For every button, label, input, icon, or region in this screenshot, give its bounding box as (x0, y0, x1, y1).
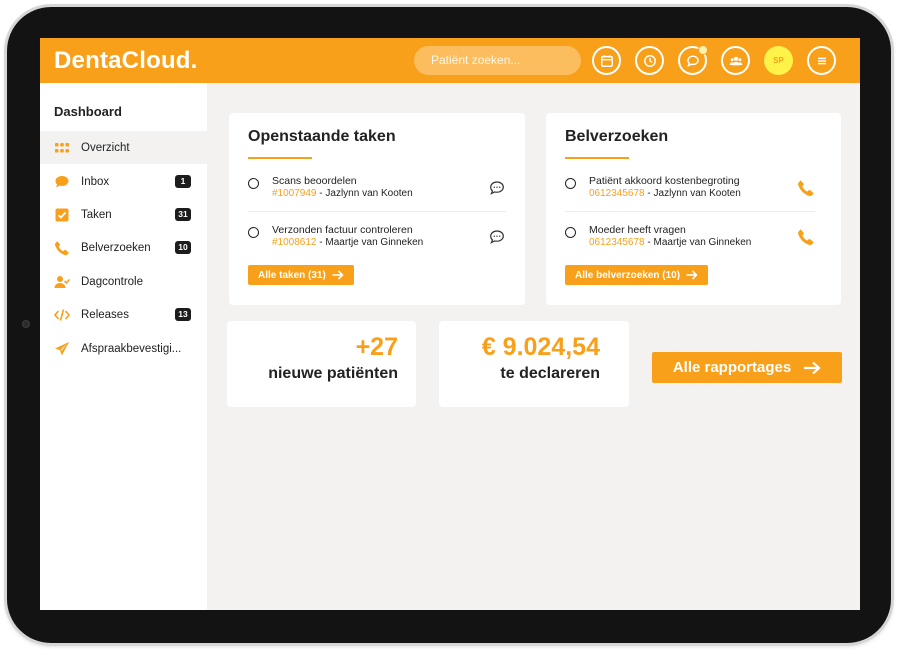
comment-icon[interactable] (488, 179, 506, 197)
call-requests-title: Belverzoeken (565, 128, 669, 145)
all-tasks-label: Alle taken (31) (258, 269, 326, 281)
all-tasks-button[interactable]: Alle taken (31) (248, 265, 354, 285)
sidebar-item-label: Dagcontrole (81, 275, 144, 288)
sidebar-item-label: Overzicht (81, 141, 130, 154)
phone-icon (54, 240, 70, 256)
team-icon (729, 56, 742, 65)
phone-number[interactable]: 0612345678 (589, 237, 645, 248)
app-screen: DentaCloud. Patiënt zoeken... SP Dashboa… (40, 38, 860, 610)
new-patients-stat: +27 nieuwe patiënten (227, 321, 416, 407)
taken-count-badge: 31 (175, 208, 191, 221)
all-reports-label: Alle rapportages (672, 359, 792, 376)
sidebar-item-overzicht[interactable]: Overzicht (40, 131, 207, 164)
call-row[interactable]: Moeder heeft vragen 0612345678 - Maartje… (565, 224, 815, 254)
to-declare-value: € 9.024,54 (481, 333, 600, 361)
open-tasks-card: Openstaande taken Scans beoordelen #1007… (229, 113, 525, 305)
top-bar: DentaCloud. Patiënt zoeken... SP (40, 38, 860, 83)
phone-icon[interactable] (797, 179, 815, 197)
sidebar-item-taken[interactable]: Taken 31 (40, 198, 207, 231)
camera-dot (22, 320, 30, 328)
code-icon (54, 307, 70, 323)
calendar-icon (600, 54, 613, 67)
checkbox-icon (54, 207, 70, 223)
call-person: - Maartje van Ginneken (644, 237, 752, 248)
sidebar-item-label: Belverzoeken (81, 241, 151, 254)
sidebar-item-belverzoeken[interactable]: Belverzoeken 10 (40, 231, 207, 264)
task-row[interactable]: Verzonden factuur controleren #1008612 -… (248, 224, 506, 254)
sidebar-item-label: Releases (81, 308, 129, 321)
messages-button[interactable] (678, 45, 708, 75)
phone-icon[interactable] (797, 228, 815, 246)
arrow-right-icon (332, 270, 344, 280)
task-subtitle: #1008612 - Maartje van Ginneken (272, 237, 423, 248)
task-checkbox[interactable] (248, 178, 259, 189)
releases-count-badge: 13 (175, 308, 191, 321)
sidebar-item-label: Taken (81, 208, 112, 221)
all-reports-button[interactable]: Alle rapportages (652, 352, 842, 383)
call-title: Patiënt akkoord kostenbegroting (589, 175, 740, 187)
history-button[interactable] (635, 46, 664, 75)
comment-icon[interactable] (488, 228, 506, 246)
task-reference[interactable]: #1008612 (272, 237, 317, 248)
task-title: Scans beoordelen (272, 175, 357, 187)
calendar-button[interactable] (592, 46, 621, 75)
chat-icon (686, 54, 699, 67)
all-call-requests-button[interactable]: Alle belverzoeken (10) (565, 265, 709, 285)
arrow-right-icon (804, 361, 821, 374)
call-person: - Jazlynn van Kooten (644, 188, 741, 199)
sidebar-item-label: Afspraakbevestigi... (81, 342, 182, 355)
notification-dot (698, 45, 708, 55)
patient-search-input[interactable]: Patiënt zoeken... (414, 46, 581, 75)
title-underline (565, 157, 629, 159)
call-subtitle: 0612345678 - Maartje van Ginneken (589, 237, 751, 248)
app-logo[interactable]: DentaCloud. (54, 47, 198, 75)
team-button[interactable] (721, 46, 750, 75)
clock-icon (643, 54, 656, 67)
chat-bubble-icon (54, 174, 70, 190)
call-checkbox[interactable] (565, 227, 576, 238)
all-call-requests-label: Alle belverzoeken (10) (575, 269, 681, 281)
phone-number[interactable]: 0612345678 (589, 188, 645, 199)
sidebar-item-releases[interactable]: Releases 13 (40, 298, 207, 331)
new-patients-label: nieuwe patiënten (268, 365, 398, 382)
task-subtitle: #1007949 - Jazlynn van Kooten (272, 188, 413, 199)
task-row[interactable]: Scans beoordelen #1007949 - Jazlynn van … (248, 175, 506, 205)
to-declare-stat: € 9.024,54 te declareren (439, 321, 629, 407)
call-row[interactable]: Patiënt akkoord kostenbegroting 06123456… (565, 175, 815, 205)
sidebar-item-dagcontrole[interactable]: Dagcontrole (40, 265, 207, 298)
row-divider (248, 211, 506, 212)
task-reference[interactable]: #1007949 (272, 188, 317, 199)
paper-plane-icon (54, 341, 70, 357)
user-check-icon (54, 274, 70, 290)
call-requests-card: Belverzoeken Patiënt akkoord kostenbegro… (546, 113, 841, 305)
new-patients-value: +27 (355, 333, 398, 361)
task-title: Verzonden factuur controleren (272, 224, 413, 236)
sidebar-title: Dashboard (54, 104, 122, 119)
row-divider (565, 211, 815, 212)
menu-button[interactable] (807, 46, 836, 75)
arrow-right-icon (686, 270, 698, 280)
title-underline (248, 157, 312, 159)
sidebar-item-afspraakbevestiging[interactable]: Afspraakbevestigi... (40, 332, 207, 365)
sidebar-item-inbox[interactable]: Inbox 1 (40, 165, 207, 198)
grid-icon (54, 140, 70, 156)
call-title: Moeder heeft vragen (589, 224, 686, 236)
sidebar: Dashboard Overzicht Inbox 1 Taken 31 Bel… (40, 83, 207, 610)
open-tasks-title: Openstaande taken (248, 128, 396, 145)
call-subtitle: 0612345678 - Jazlynn van Kooten (589, 188, 741, 199)
to-declare-label: te declareren (500, 365, 600, 382)
call-checkbox[interactable] (565, 178, 576, 189)
inbox-count-badge: 1 (175, 175, 191, 188)
menu-icon (817, 57, 826, 64)
task-person: - Maartje van Ginneken (316, 237, 424, 248)
task-checkbox[interactable] (248, 227, 259, 238)
belverzoeken-count-badge: 10 (175, 241, 191, 254)
user-avatar[interactable]: SP (764, 46, 793, 75)
sidebar-item-label: Inbox (81, 175, 110, 188)
task-person: - Jazlynn van Kooten (316, 188, 413, 199)
